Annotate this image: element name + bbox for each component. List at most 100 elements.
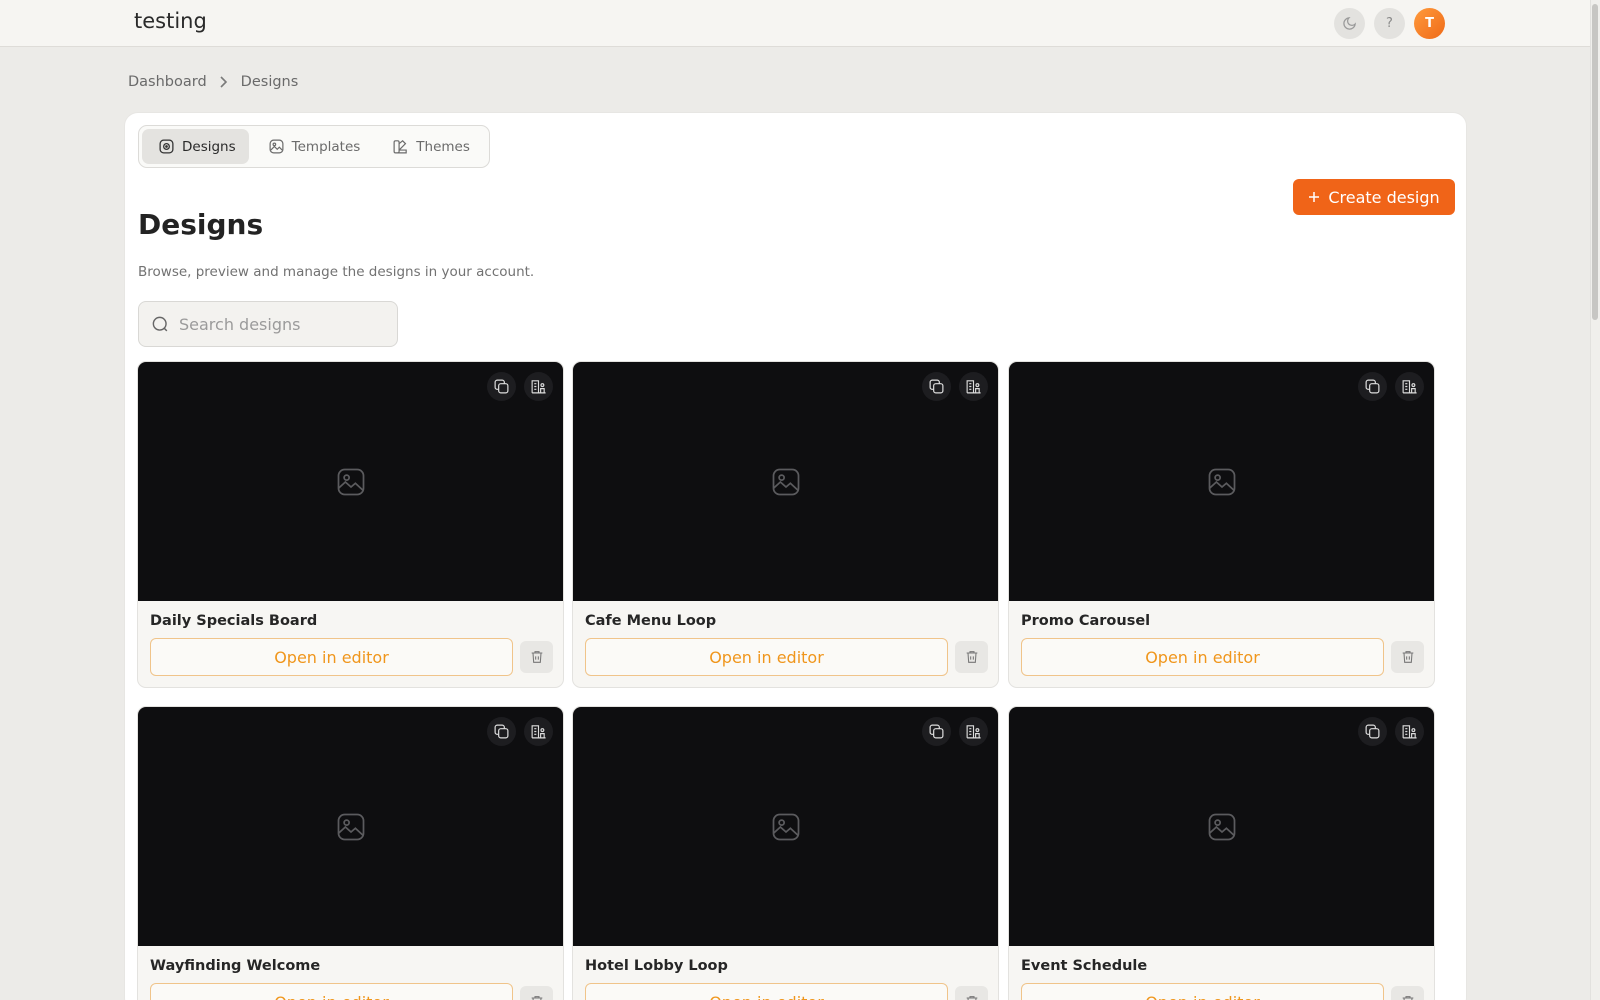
assign-location-button[interactable] (1395, 717, 1424, 746)
copy-icon (929, 724, 944, 739)
assign-location-button[interactable] (959, 372, 988, 401)
breadcrumb: Dashboard Designs (128, 74, 298, 90)
avatar[interactable]: T (1414, 8, 1445, 39)
tab-label: Designs (182, 138, 236, 155)
design-preview[interactable] (573, 707, 998, 946)
placeholder-image-icon (772, 813, 799, 840)
design-card: Wayfinding Welcome Open in editor (137, 706, 564, 1000)
page-description: Browse, preview and manage the designs i… (138, 264, 535, 280)
copy-icon (1365, 724, 1380, 739)
design-name: Hotel Lobby Loop (585, 958, 728, 974)
plus-icon (1309, 192, 1320, 202)
design-preview[interactable] (138, 362, 563, 601)
placeholder-image-icon (1208, 813, 1235, 840)
theme-toggle-button[interactable] (1334, 8, 1365, 39)
trash-icon (1402, 651, 1413, 663)
tab-themes[interactable]: Themes (376, 129, 483, 164)
placeholder-image-icon (337, 468, 364, 495)
card-tools (922, 372, 988, 401)
building-icon (1402, 725, 1417, 739)
trash-icon (1402, 996, 1413, 1000)
copy-icon (494, 379, 509, 394)
top-bar: testing ? T (0, 0, 1590, 47)
tab-label: Templates (291, 138, 361, 155)
tab-designs[interactable]: Designs (142, 129, 249, 164)
open-in-editor-button[interactable]: Open in editor (1021, 638, 1384, 676)
assign-location-button[interactable] (1395, 372, 1424, 401)
building-icon (531, 725, 546, 739)
card-tools (922, 717, 988, 746)
duplicate-button[interactable] (487, 372, 516, 401)
card-tools (1358, 372, 1424, 401)
duplicate-button[interactable] (487, 717, 516, 746)
design-name: Promo Carousel (1021, 613, 1151, 629)
help-button[interactable]: ? (1374, 8, 1405, 39)
open-in-editor-button[interactable]: Open in editor (585, 638, 948, 676)
delete-button[interactable] (1391, 986, 1424, 1000)
themes-icon (393, 140, 408, 154)
design-card: Cafe Menu Loop Open in editor (572, 361, 999, 688)
building-icon (966, 725, 981, 739)
delete-button[interactable] (520, 986, 553, 1000)
design-card: Hotel Lobby Loop Open in editor (572, 706, 999, 1000)
card-tools (1358, 717, 1424, 746)
top-actions: ? T (1334, 8, 1445, 39)
assign-location-button[interactable] (959, 717, 988, 746)
search-icon (152, 316, 168, 331)
open-in-editor-button[interactable]: Open in editor (150, 638, 513, 676)
help-icon: ? (1386, 16, 1393, 31)
design-preview[interactable] (1009, 707, 1434, 946)
placeholder-image-icon (337, 813, 364, 840)
design-preview[interactable] (573, 362, 998, 601)
chevron-right-icon (219, 76, 228, 88)
assign-location-button[interactable] (524, 372, 553, 401)
breadcrumb-designs: Designs (240, 74, 299, 90)
copy-icon (494, 724, 509, 739)
open-in-editor-button[interactable]: Open in editor (1021, 983, 1384, 1000)
scrollbar-thumb[interactable] (1592, 4, 1598, 320)
design-card: Event Schedule Open in editor (1008, 706, 1435, 1000)
building-icon (531, 380, 546, 394)
duplicate-button[interactable] (1358, 372, 1387, 401)
image-icon (269, 139, 284, 154)
open-in-editor-button[interactable]: Open in editor (150, 983, 513, 1000)
search-box (138, 301, 398, 347)
page-title: Designs (138, 208, 264, 241)
duplicate-button[interactable] (922, 717, 951, 746)
card-tools (487, 372, 553, 401)
delete-button[interactable] (520, 641, 553, 673)
breadcrumb-dashboard[interactable]: Dashboard (128, 74, 207, 90)
create-design-button[interactable]: Create design (1293, 179, 1455, 215)
design-name: Daily Specials Board (150, 613, 318, 629)
search-input[interactable] (179, 314, 379, 334)
assign-location-button[interactable] (524, 717, 553, 746)
trash-icon (531, 996, 542, 1000)
building-icon (1402, 380, 1417, 394)
building-icon (966, 380, 981, 394)
placeholder-image-icon (1208, 468, 1235, 495)
design-name: Cafe Menu Loop (585, 613, 717, 629)
duplicate-button[interactable] (922, 372, 951, 401)
create-design-label: Create design (1328, 187, 1440, 207)
open-in-editor-button[interactable]: Open in editor (585, 983, 948, 1000)
design-card: Promo Carousel Open in editor (1008, 361, 1435, 688)
design-preview[interactable] (138, 707, 563, 946)
moon-icon (1343, 17, 1356, 30)
tab-templates[interactable]: Templates (252, 129, 374, 164)
tab-label: Themes (416, 138, 470, 155)
delete-button[interactable] (955, 641, 988, 673)
card-tools (487, 717, 553, 746)
design-name: Event Schedule (1021, 958, 1148, 974)
design-preview[interactable] (1009, 362, 1434, 601)
design-name: Wayfinding Welcome (150, 958, 321, 974)
trash-icon (966, 996, 977, 1000)
delete-button[interactable] (955, 986, 988, 1000)
copy-icon (929, 379, 944, 394)
designs-icon (159, 139, 174, 154)
delete-button[interactable] (1391, 641, 1424, 673)
duplicate-button[interactable] (1358, 717, 1387, 746)
design-card: Daily Specials Board Open in editor (137, 361, 564, 688)
placeholder-image-icon (772, 468, 799, 495)
app-title: testing (134, 9, 207, 33)
trash-icon (531, 651, 542, 663)
